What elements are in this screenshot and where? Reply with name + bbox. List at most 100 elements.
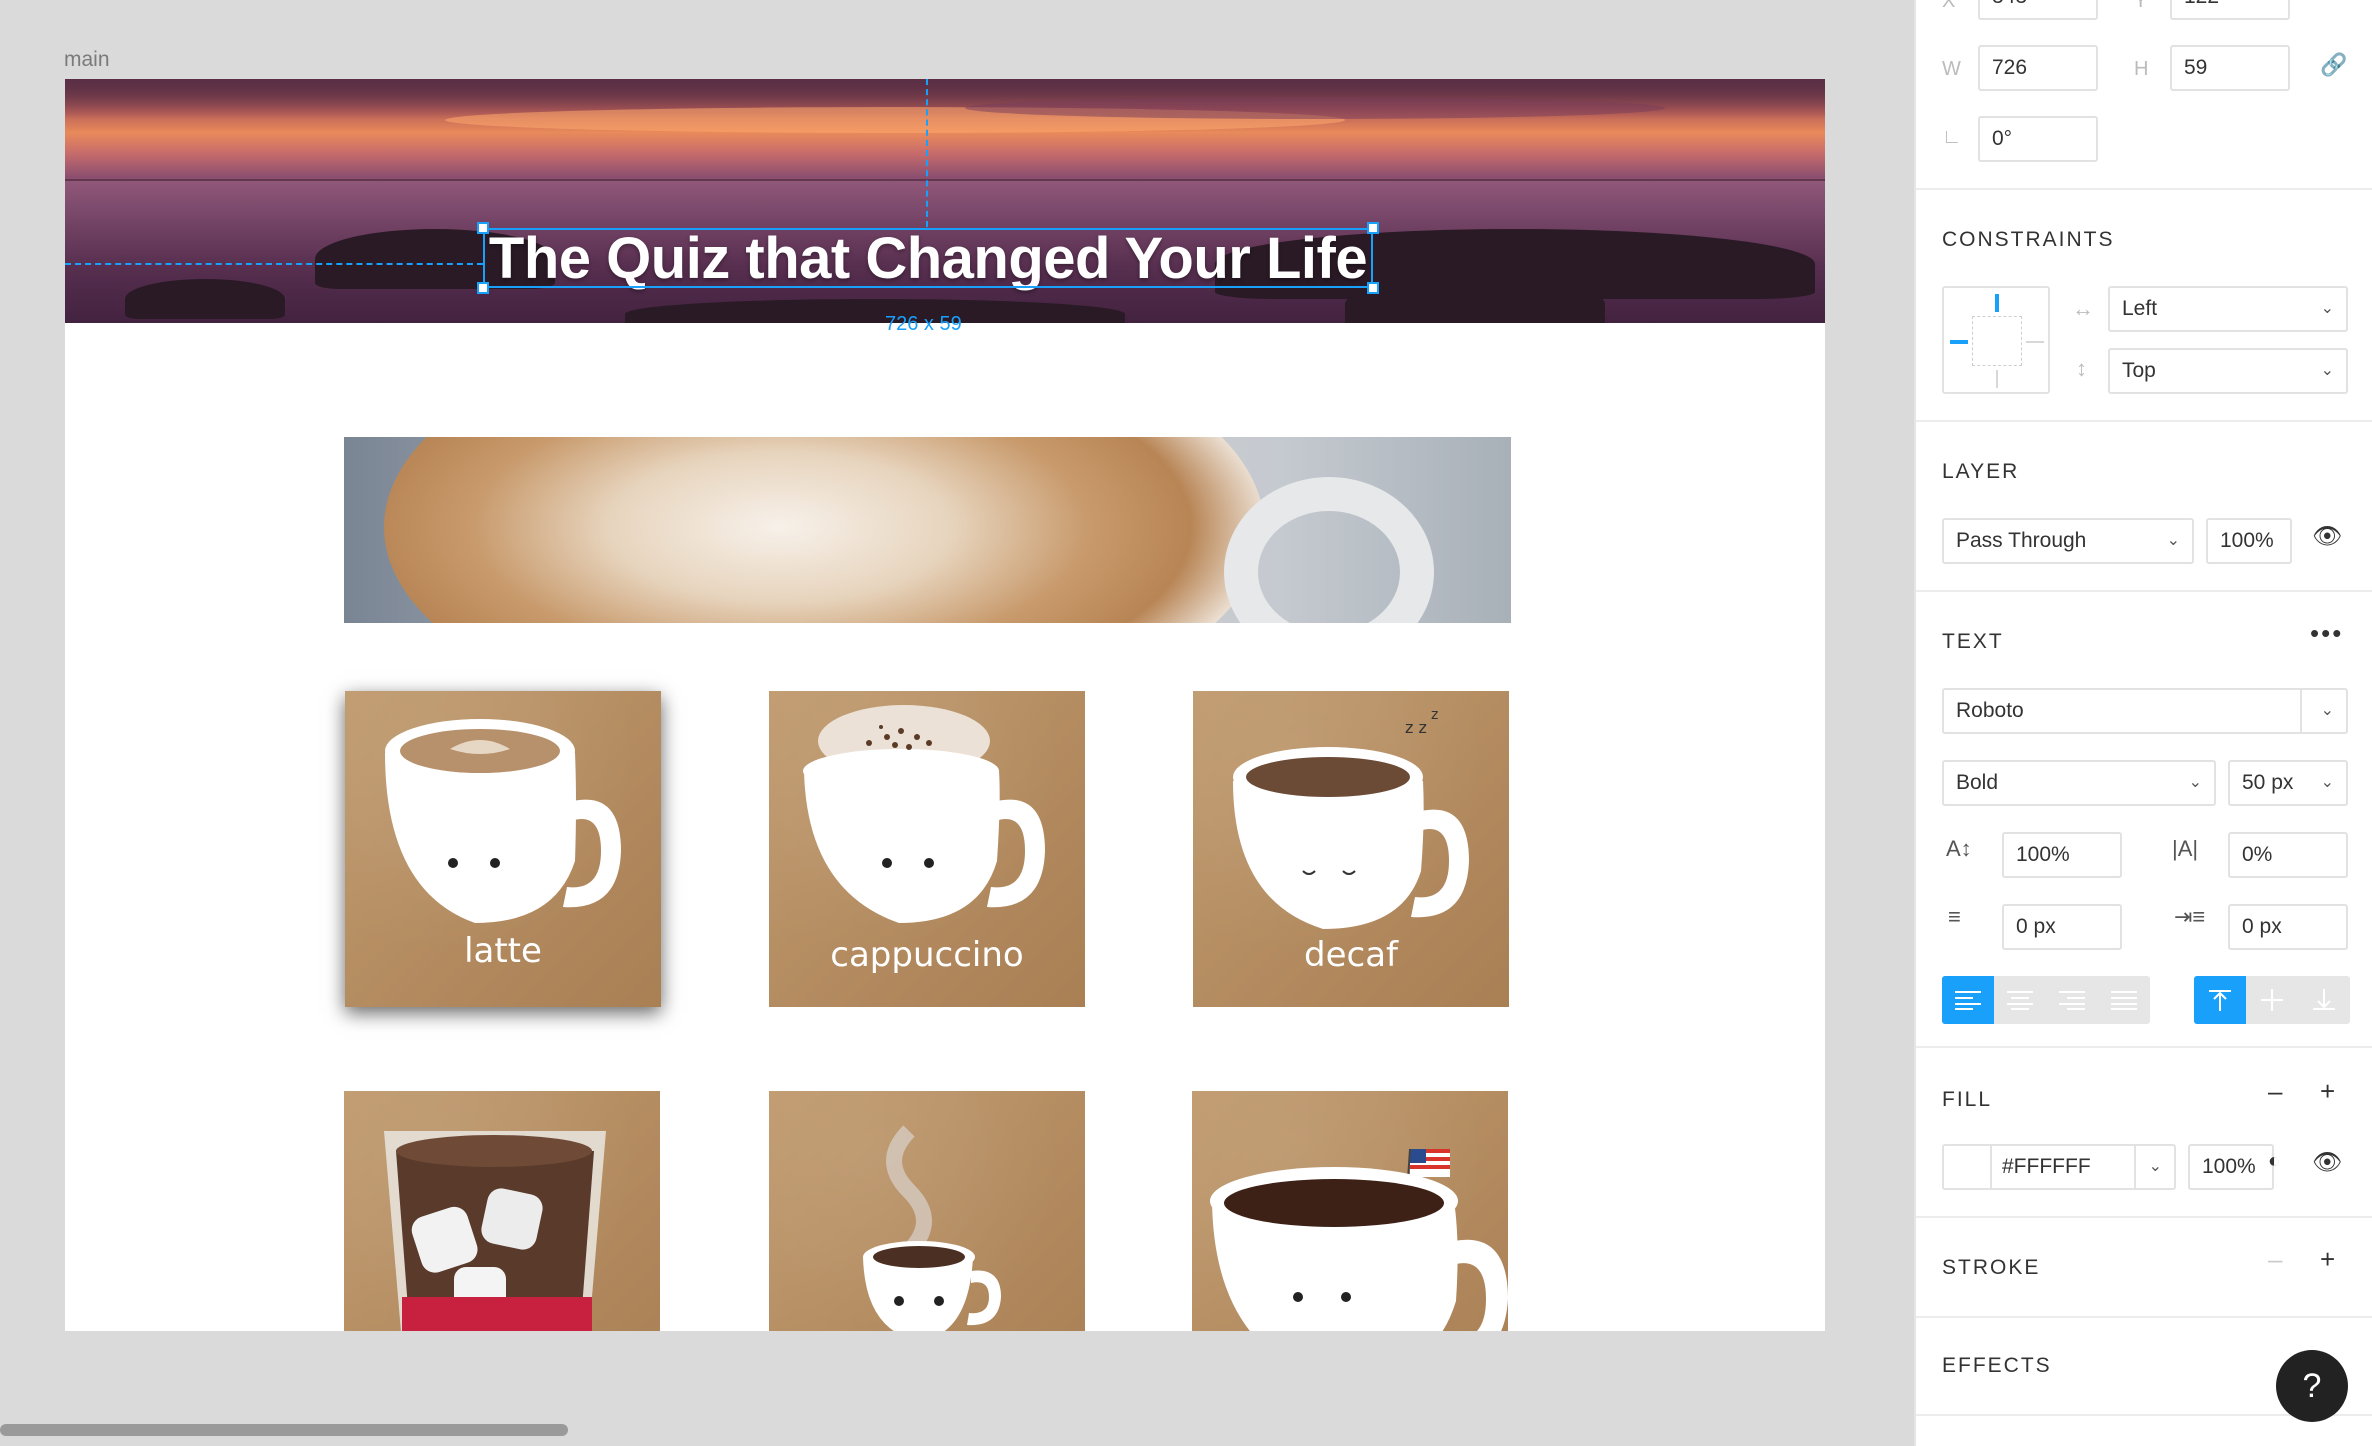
- y-value: 122: [2184, 0, 2219, 8]
- fill-opacity-value: 100%: [2202, 1155, 2256, 1178]
- horizontal-scrollbar[interactable]: [0, 1424, 568, 1436]
- add-stroke-icon[interactable]: +: [2320, 1244, 2335, 1275]
- text-section: TEXT ••• Roboto ⌄ Bold ⌄ 50 px ⌄ A↕ 100%…: [1916, 592, 2372, 1048]
- more-options-icon[interactable]: •••: [2310, 618, 2343, 649]
- fill-divider: [2134, 1146, 2136, 1188]
- constraints-title: CONSTRAINTS: [1942, 228, 2115, 251]
- fill-section: FILL – + #FFFFFF ⌄ 100% ◐ 👁: [1916, 1048, 2372, 1218]
- rotation-input[interactable]: 0°: [1978, 116, 2098, 162]
- align-left-icon[interactable]: [1942, 976, 1994, 1024]
- constraint-top-active[interactable]: [1995, 294, 1999, 312]
- fill-color-field[interactable]: #FFFFFF ⌄: [1942, 1144, 2176, 1190]
- constraints-section: CONSTRAINTS ↔ Left ⌄ ↕ Top ⌄: [1916, 190, 2372, 422]
- chevron-down-icon: ⌄: [2188, 774, 2202, 791]
- alignment-guide-vertical: [926, 79, 928, 227]
- effects-title: EFFECTS: [1942, 1354, 2052, 1377]
- resize-handle-top-right[interactable]: [1367, 222, 1379, 234]
- align-middle-icon[interactable]: [2246, 976, 2298, 1024]
- remove-stroke-icon[interactable]: –: [2268, 1244, 2282, 1275]
- constraint-right[interactable]: [2026, 341, 2044, 343]
- selection-box[interactable]: [483, 228, 1373, 288]
- chevron-down-icon: ⌄: [2320, 300, 2334, 317]
- tile-americano[interactable]: [1192, 1091, 1508, 1331]
- layer-opacity-input[interactable]: 100%: [2206, 518, 2292, 564]
- horizontal-constraint-select[interactable]: Left ⌄: [2108, 286, 2348, 332]
- align-bottom-icon[interactable]: [2298, 976, 2350, 1024]
- font-family-select[interactable]: Roboto ⌄: [1942, 688, 2348, 734]
- eye-icon[interactable]: 👁: [2312, 1148, 2342, 1177]
- y-input[interactable]: 122: [2170, 0, 2290, 20]
- americano-cup-icon: [1210, 1148, 1508, 1331]
- paragraph-indent-input[interactable]: 0 px: [2228, 904, 2348, 950]
- line-height-icon: A↕: [1946, 836, 1972, 861]
- selection-dimensions: 726 x 59: [885, 313, 962, 335]
- rotation-value: 0°: [1992, 127, 2013, 150]
- letter-spacing-input[interactable]: 0%: [2228, 832, 2348, 878]
- rotation-icon: ∟: [1942, 126, 1962, 148]
- tile-latte[interactable]: latte: [345, 691, 661, 1007]
- w-label: W: [1942, 58, 1961, 80]
- hero-rock: [125, 279, 285, 319]
- align-center-icon[interactable]: [1994, 976, 2046, 1024]
- constraint-inner-box: [1972, 316, 2022, 366]
- align-top-icon[interactable]: [2194, 976, 2246, 1024]
- remove-fill-icon[interactable]: –: [2268, 1076, 2282, 1107]
- stroke-section: STROKE – +: [1916, 1218, 2372, 1318]
- tile-decaf[interactable]: z z z decaf: [1193, 691, 1509, 1007]
- resize-handle-bottom-right[interactable]: [1367, 282, 1379, 294]
- font-family-divider: [2300, 690, 2302, 732]
- layer-opacity-value: 100%: [2220, 529, 2274, 552]
- height-value: 59: [2184, 56, 2208, 79]
- design-canvas[interactable]: main The Quiz that Changed Your Life 726…: [0, 0, 1914, 1446]
- blend-mode-value: Pass Through: [1956, 529, 2087, 552]
- alignment-guide-horizontal: [65, 263, 483, 265]
- resize-handle-bottom-left[interactable]: [477, 282, 489, 294]
- constraint-bottom[interactable]: [1996, 370, 1998, 388]
- layer-title: LAYER: [1942, 460, 2020, 483]
- hero-rock: [625, 299, 1125, 323]
- tile-label: cappuccino: [830, 935, 1024, 975]
- font-size-value: 50 px: [2242, 771, 2294, 794]
- text-align-group: [1942, 976, 2150, 1024]
- height-input[interactable]: 59: [2170, 45, 2290, 91]
- vertical-constraint-select[interactable]: Top ⌄: [2108, 348, 2348, 394]
- font-size-select[interactable]: 50 px ⌄: [2228, 760, 2348, 806]
- font-weight-select[interactable]: Bold ⌄: [1942, 760, 2216, 806]
- tile-cappuccino[interactable]: cappuccino: [769, 691, 1085, 1007]
- width-input[interactable]: 726: [1978, 45, 2098, 91]
- vertical-align-group: [2194, 976, 2350, 1024]
- paragraph-indent-value: 0 px: [2242, 915, 2282, 938]
- artboard-main[interactable]: The Quiz that Changed Your Life 726 x 59: [65, 79, 1825, 1331]
- help-button[interactable]: ?: [2276, 1350, 2348, 1422]
- frame-label[interactable]: main: [64, 48, 110, 72]
- tile-iced-coffee[interactable]: [344, 1091, 660, 1331]
- line-height-input[interactable]: 100%: [2002, 832, 2122, 878]
- coffee-banner-image[interactable]: [344, 437, 1511, 623]
- x-input[interactable]: 343: [1978, 0, 2098, 20]
- constrain-proportions-icon[interactable]: 🔗: [2320, 52, 2347, 78]
- align-justify-icon[interactable]: [2098, 976, 2150, 1024]
- blend-drop-icon[interactable]: ◐: [2268, 1150, 2280, 1173]
- paragraph-spacing-input[interactable]: 0 px: [2002, 904, 2122, 950]
- vertical-constraint-value: Top: [2122, 359, 2156, 382]
- blend-mode-select[interactable]: Pass Through ⌄: [1942, 518, 2194, 564]
- resize-handle-top-left[interactable]: [477, 222, 489, 234]
- align-right-icon[interactable]: [2046, 976, 2098, 1024]
- add-fill-icon[interactable]: +: [2320, 1076, 2335, 1107]
- constraints-widget[interactable]: [1942, 286, 2050, 394]
- vertical-arrows-icon: ↕: [2076, 356, 2087, 381]
- width-value: 726: [1992, 56, 2028, 79]
- fill-opacity-input[interactable]: 100%: [2188, 1144, 2274, 1190]
- eye-icon[interactable]: 👁: [2312, 522, 2342, 551]
- tile-espresso[interactable]: [769, 1091, 1085, 1331]
- font-weight-value: Bold: [1956, 771, 1999, 794]
- chevron-down-icon: ⌄: [2148, 1158, 2162, 1175]
- svg-text:z z: z z: [1405, 718, 1427, 737]
- hero-image[interactable]: The Quiz that Changed Your Life: [65, 79, 1825, 323]
- paragraph-indent-icon: ⇥≡: [2174, 904, 2206, 929]
- hero-rock: [1345, 279, 1605, 323]
- fill-swatch[interactable]: [1944, 1146, 1992, 1188]
- horizontal-arrows-icon: ↔: [2072, 296, 2094, 321]
- constraint-left-active[interactable]: [1950, 340, 1968, 344]
- espresso-cup-icon: [863, 1125, 1001, 1331]
